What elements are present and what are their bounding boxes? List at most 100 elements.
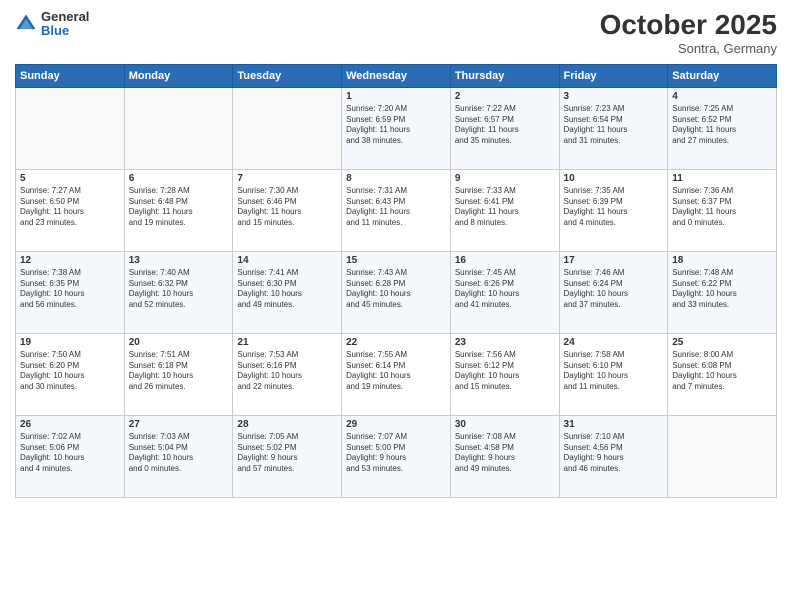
table-row: 2Sunrise: 7:22 AM Sunset: 6:57 PM Daylig… xyxy=(450,87,559,169)
col-sunday: Sunday xyxy=(16,64,125,87)
table-row: 5Sunrise: 7:27 AM Sunset: 6:50 PM Daylig… xyxy=(16,169,125,251)
table-row: 17 Sunrise: 7:46 AM Sunset: 6:24 PM Dayli… xyxy=(559,251,668,333)
day-info: Sunrise: 7:28 AM Sunset: 6:48 PM Dayligh… xyxy=(129,186,229,229)
day-number: 1 xyxy=(346,91,446,102)
day-info: Sunrise: 7:33 AM Sunset: 6:41 PM Dayligh… xyxy=(455,186,555,229)
table-row: 15 Sunrise: 7:43 AM Sunset: 6:28 PM Dayli… xyxy=(342,251,451,333)
day-number: 21 xyxy=(237,337,337,348)
col-saturday: Saturday xyxy=(668,64,777,87)
table-row xyxy=(668,415,777,497)
col-tuesday: Tuesday xyxy=(233,64,342,87)
day-number: 19 xyxy=(20,337,120,348)
table-row: 16 Sunrise: 7:45 AM Sunset: 6:26 PM Dayli… xyxy=(450,251,559,333)
table-row: 4 Sunrise: 7:25 AM Sunset: 6:52 PM Daylig… xyxy=(668,87,777,169)
day-number: 15 xyxy=(346,255,446,266)
table-row: 23 Sunrise: 7:56 AM Sunset: 6:12 PM Dayli… xyxy=(450,333,559,415)
table-row: 14Sunrise: 7:41 AM Sunset: 6:30 PM Dayli… xyxy=(233,251,342,333)
table-row xyxy=(124,87,233,169)
location-subtitle: Sontra, Germany xyxy=(600,41,777,56)
day-info: Sunrise: 7:03 AM Sunset: 5:04 PM Dayligh… xyxy=(129,432,229,475)
day-number: 17 xyxy=(564,255,664,266)
day-number: 9 xyxy=(455,173,555,184)
day-info: Sunrise: 7:45 AM Sunset: 6:26 PM Dayligh… xyxy=(455,268,555,311)
table-row: 3 Sunrise: 7:23 AM Sunset: 6:54 PM Daylig… xyxy=(559,87,668,169)
table-row: 30 Sunrise: 7:08 AM Sunset: 4:58 PM Dayli… xyxy=(450,415,559,497)
table-row: 18 Sunrise: 7:48 AM Sunset: 6:22 PM Dayli… xyxy=(668,251,777,333)
month-title: October 2025 xyxy=(600,10,777,41)
day-number: 24 xyxy=(564,337,664,348)
day-number: 16 xyxy=(455,255,555,266)
day-info: Sunrise: 7:56 AM Sunset: 6:12 PM Dayligh… xyxy=(455,350,555,393)
day-info: Sunrise: 7:46 AM Sunset: 6:24 PM Dayligh… xyxy=(564,268,664,311)
page: General Blue October 2025 Sontra, German… xyxy=(0,0,792,612)
day-number: 13 xyxy=(129,255,229,266)
table-row: 1Sunrise: 7:20 AM Sunset: 6:59 PM Daylig… xyxy=(342,87,451,169)
day-number: 12 xyxy=(20,255,120,266)
day-info: Sunrise: 7:40 AM Sunset: 6:32 PM Dayligh… xyxy=(129,268,229,311)
table-row: 22 Sunrise: 7:55 AM Sunset: 6:14 PM Dayli… xyxy=(342,333,451,415)
calendar-week-row: 5Sunrise: 7:27 AM Sunset: 6:50 PM Daylig… xyxy=(16,169,777,251)
calendar-table: Sunday Monday Tuesday Wednesday Thursday… xyxy=(15,64,777,498)
day-number: 30 xyxy=(455,419,555,430)
day-info: Sunrise: 7:53 AM Sunset: 6:16 PM Dayligh… xyxy=(237,350,337,393)
day-info: Sunrise: 7:27 AM Sunset: 6:50 PM Dayligh… xyxy=(20,186,120,229)
table-row: 26Sunrise: 7:02 AM Sunset: 5:06 PM Dayli… xyxy=(16,415,125,497)
day-number: 28 xyxy=(237,419,337,430)
day-number: 22 xyxy=(346,337,446,348)
logo-icon xyxy=(15,13,37,35)
day-number: 23 xyxy=(455,337,555,348)
col-friday: Friday xyxy=(559,64,668,87)
day-info: Sunrise: 7:51 AM Sunset: 6:18 PM Dayligh… xyxy=(129,350,229,393)
table-row: 8Sunrise: 7:31 AM Sunset: 6:43 PM Daylig… xyxy=(342,169,451,251)
day-info: Sunrise: 7:35 AM Sunset: 6:39 PM Dayligh… xyxy=(564,186,664,229)
table-row: 9 Sunrise: 7:33 AM Sunset: 6:41 PM Daylig… xyxy=(450,169,559,251)
table-row: 7Sunrise: 7:30 AM Sunset: 6:46 PM Daylig… xyxy=(233,169,342,251)
logo: General Blue xyxy=(15,10,89,39)
day-number: 27 xyxy=(129,419,229,430)
logo-text: General Blue xyxy=(41,10,89,39)
day-info: Sunrise: 7:25 AM Sunset: 6:52 PM Dayligh… xyxy=(672,104,772,147)
logo-blue: Blue xyxy=(41,24,89,38)
day-info: Sunrise: 7:55 AM Sunset: 6:14 PM Dayligh… xyxy=(346,350,446,393)
day-number: 14 xyxy=(237,255,337,266)
table-row: 29 Sunrise: 7:07 AM Sunset: 5:00 PM Dayli… xyxy=(342,415,451,497)
day-number: 7 xyxy=(237,173,337,184)
table-row: 28 Sunrise: 7:05 AM Sunset: 5:02 PM Dayli… xyxy=(233,415,342,497)
col-monday: Monday xyxy=(124,64,233,87)
table-row xyxy=(233,87,342,169)
day-number: 4 xyxy=(672,91,772,102)
day-info: Sunrise: 7:43 AM Sunset: 6:28 PM Dayligh… xyxy=(346,268,446,311)
day-info: Sunrise: 7:58 AM Sunset: 6:10 PM Dayligh… xyxy=(564,350,664,393)
day-number: 31 xyxy=(564,419,664,430)
day-number: 6 xyxy=(129,173,229,184)
table-row: 20 Sunrise: 7:51 AM Sunset: 6:18 PM Dayli… xyxy=(124,333,233,415)
day-info: Sunrise: 7:23 AM Sunset: 6:54 PM Dayligh… xyxy=(564,104,664,147)
calendar-week-row: 12Sunrise: 7:38 AM Sunset: 6:35 PM Dayli… xyxy=(16,251,777,333)
logo-general: General xyxy=(41,10,89,24)
table-row xyxy=(16,87,125,169)
day-number: 25 xyxy=(672,337,772,348)
day-number: 20 xyxy=(129,337,229,348)
day-number: 3 xyxy=(564,91,664,102)
table-row: 10Sunrise: 7:35 AM Sunset: 6:39 PM Dayli… xyxy=(559,169,668,251)
table-row: 27 Sunrise: 7:03 AM Sunset: 5:04 PM Dayli… xyxy=(124,415,233,497)
day-number: 29 xyxy=(346,419,446,430)
day-info: Sunrise: 7:08 AM Sunset: 4:58 PM Dayligh… xyxy=(455,432,555,475)
table-row: 25 Sunrise: 8:00 AM Sunset: 6:08 PM Dayli… xyxy=(668,333,777,415)
day-info: Sunrise: 7:07 AM Sunset: 5:00 PM Dayligh… xyxy=(346,432,446,475)
day-number: 18 xyxy=(672,255,772,266)
day-info: Sunrise: 7:05 AM Sunset: 5:02 PM Dayligh… xyxy=(237,432,337,475)
calendar-week-row: 1Sunrise: 7:20 AM Sunset: 6:59 PM Daylig… xyxy=(16,87,777,169)
day-info: Sunrise: 7:31 AM Sunset: 6:43 PM Dayligh… xyxy=(346,186,446,229)
day-info: Sunrise: 7:50 AM Sunset: 6:20 PM Dayligh… xyxy=(20,350,120,393)
table-row: 6 Sunrise: 7:28 AM Sunset: 6:48 PM Daylig… xyxy=(124,169,233,251)
col-wednesday: Wednesday xyxy=(342,64,451,87)
col-thursday: Thursday xyxy=(450,64,559,87)
header: General Blue October 2025 Sontra, German… xyxy=(15,10,777,56)
day-number: 11 xyxy=(672,173,772,184)
calendar-week-row: 26Sunrise: 7:02 AM Sunset: 5:06 PM Dayli… xyxy=(16,415,777,497)
day-info: Sunrise: 7:10 AM Sunset: 4:56 PM Dayligh… xyxy=(564,432,664,475)
day-info: Sunrise: 7:48 AM Sunset: 6:22 PM Dayligh… xyxy=(672,268,772,311)
table-row: 13 Sunrise: 7:40 AM Sunset: 6:32 PM Dayli… xyxy=(124,251,233,333)
day-info: Sunrise: 8:00 AM Sunset: 6:08 PM Dayligh… xyxy=(672,350,772,393)
